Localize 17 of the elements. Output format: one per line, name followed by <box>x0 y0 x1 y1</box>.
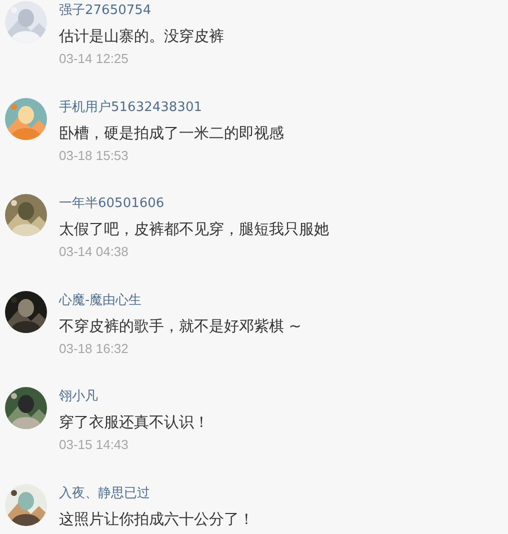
username-link[interactable]: 一年半60501606 <box>59 195 164 214</box>
username-link[interactable]: 手机用户51632438301 <box>59 98 202 117</box>
comment-text: 穿了衣服还真不认识！ <box>59 412 209 434</box>
username-link[interactable]: 入夜、静思已过 <box>59 484 150 503</box>
username-link[interactable]: 强子27650754 <box>59 2 152 20</box>
comment-time: 03-14 12:25 <box>59 50 128 68</box>
comment-time: 03-15 14:43 <box>59 436 128 454</box>
comment-text: 太假了吧，皮裤都不见穿，腿短我只服她 <box>59 219 329 240</box>
comment-time: 03-14 04:38 <box>59 243 128 262</box>
username-link[interactable]: 心魔-魔由心生 <box>59 292 142 310</box>
comment-text: 不穿皮裤的歌手，就不是好邓紫棋 ~ <box>59 316 302 337</box>
username-link[interactable]: 翎小凡 <box>59 388 98 406</box>
comment-time: 03-18 15:53 <box>59 146 128 165</box>
comment-time: 03-18 16:32 <box>59 340 128 358</box>
comment-text: 估计是山寨的。没穿皮裤 <box>59 26 224 47</box>
comment-text: 卧槽，硬是拍成了一米二的即视感 <box>59 122 284 144</box>
comment-text: 这照片让你拍成六十公分了！ <box>59 508 254 530</box>
